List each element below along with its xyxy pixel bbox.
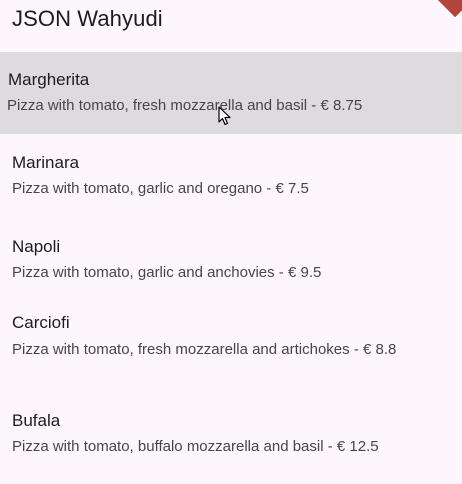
item-description: Pizza with tomato, fresh mozzarella and … [12, 341, 397, 358]
mouse-cursor-icon [218, 106, 231, 126]
item-title: Bufala [12, 411, 61, 430]
item-description: Pizza with tomato, garlic and oregano - … [12, 180, 309, 197]
list-item[interactable]: Marinara Pizza with tomato, garlic and o… [0, 142, 462, 206]
item-description: Pizza with tomato, garlic and anchovies … [12, 264, 322, 281]
list-item[interactable]: Napoli Pizza with tomato, garlic and anc… [0, 226, 462, 290]
item-title: Marinara [12, 153, 80, 172]
item-title: Carciofi [12, 313, 70, 332]
debug-banner [426, 0, 462, 18]
list-item[interactable]: Carciofi Pizza with tomato, fresh mozzar… [0, 302, 462, 392]
item-title: Napoli [12, 237, 61, 256]
item-title: Margherita [8, 70, 90, 89]
page-title: JSON Wahyudi [12, 6, 163, 31]
app-bar: JSON Wahyudi [0, 0, 462, 52]
item-description: Pizza with tomato, buffalo mozzarella an… [12, 438, 379, 455]
list-item[interactable]: Bufala Pizza with tomato, buffalo mozzar… [0, 400, 462, 464]
